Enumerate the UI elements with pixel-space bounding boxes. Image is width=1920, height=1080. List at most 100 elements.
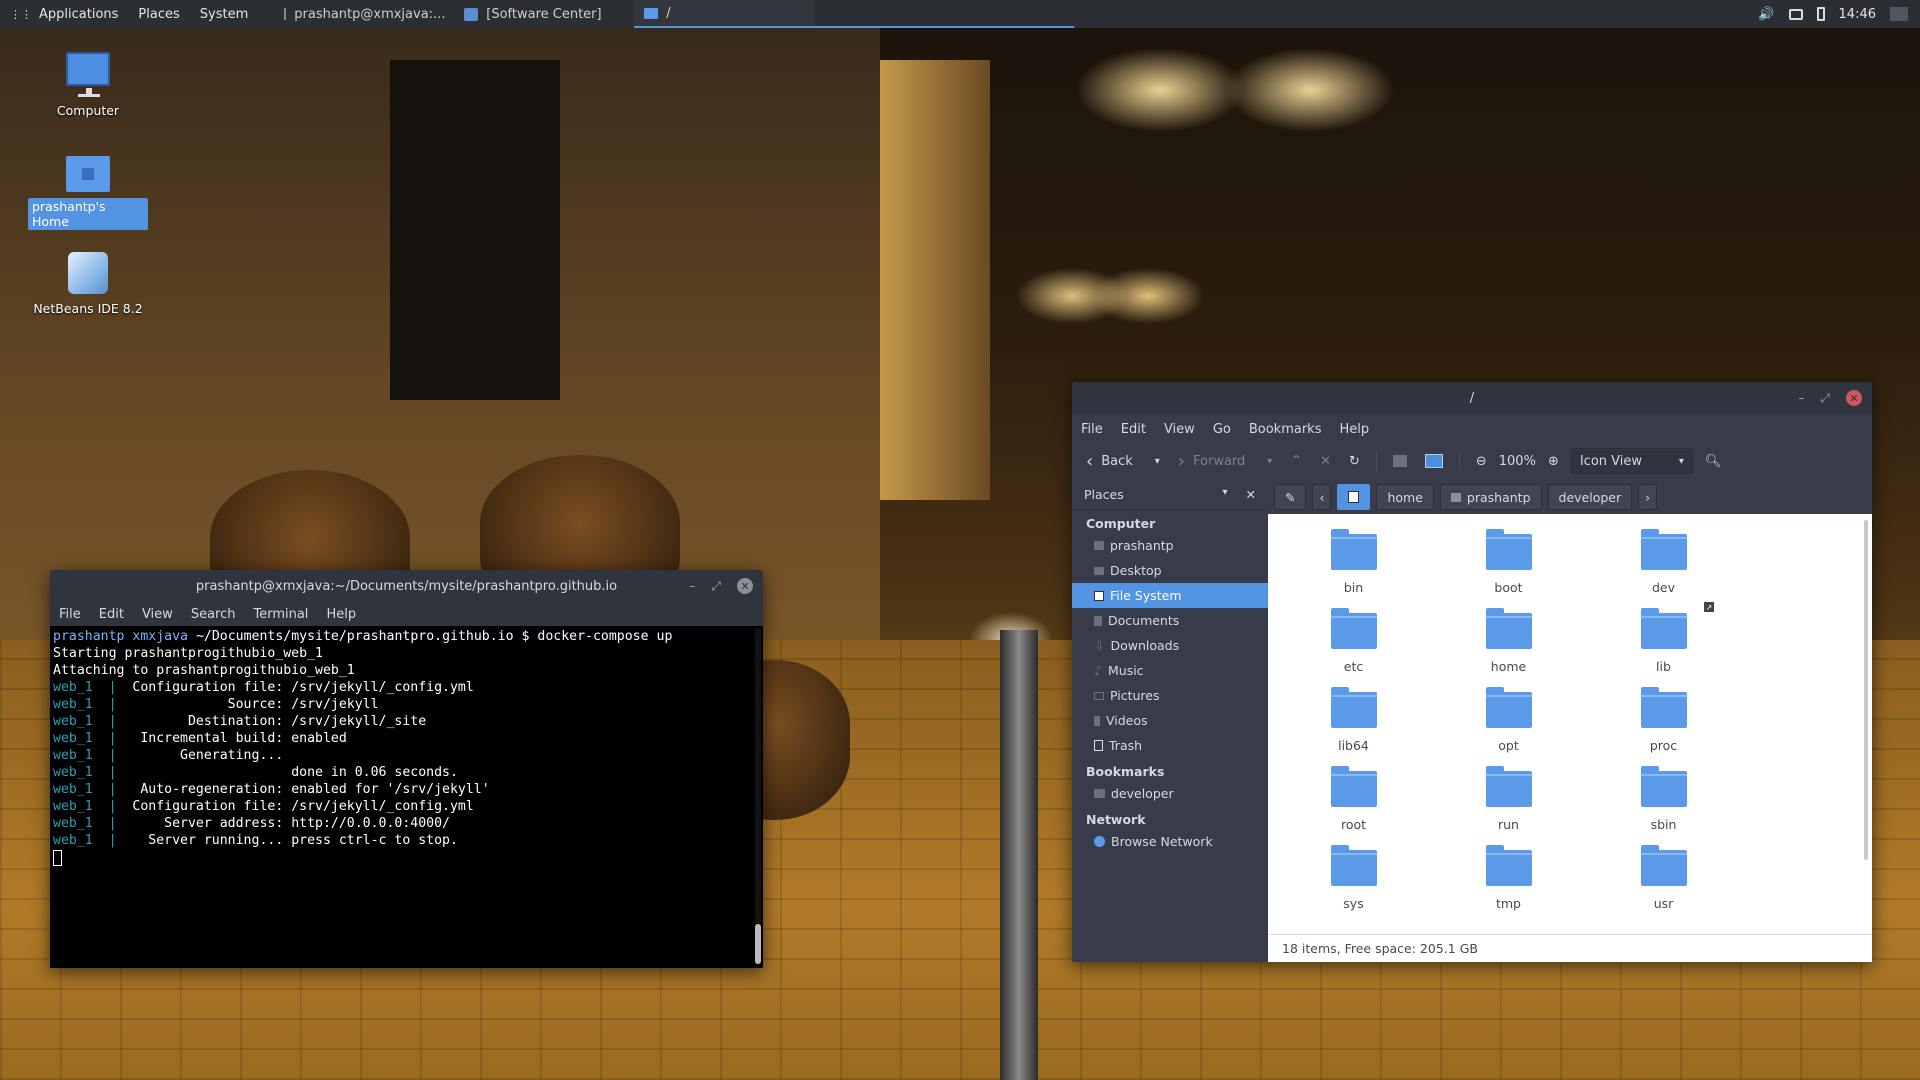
- path-segment-developer[interactable]: developer: [1547, 484, 1633, 510]
- folder-icon: [1640, 687, 1687, 728]
- taskbar-software-center[interactable]: [Software Center]: [454, 0, 634, 28]
- sidebar-item-documents[interactable]: Documents: [1072, 608, 1268, 633]
- desktop-icon-home[interactable]: prashantp's Home: [28, 152, 148, 230]
- back-button[interactable]: ‹ Back ▾: [1080, 444, 1166, 478]
- menu-edit[interactable]: Edit: [1112, 422, 1155, 437]
- folder-item-sbin[interactable]: sbin: [1586, 765, 1741, 832]
- chevron-down-icon[interactable]: ▾: [1222, 487, 1227, 502]
- path-root-button[interactable]: [1337, 484, 1371, 510]
- places-menu[interactable]: Places: [128, 0, 189, 28]
- sidebar-item-file-system[interactable]: File System: [1072, 583, 1268, 608]
- folder-item-lib64[interactable]: lib64: [1276, 686, 1431, 753]
- folder-item-usr[interactable]: usr: [1586, 844, 1741, 911]
- minimize-button[interactable]: –: [689, 579, 695, 593]
- menu-search[interactable]: Search: [182, 607, 245, 622]
- display-icon[interactable]: [1788, 8, 1803, 20]
- terminal-window-buttons: – ⤢ ✕: [689, 570, 753, 602]
- applications-menu[interactable]: ⋮⋮ Applications: [0, 0, 128, 28]
- maximize-button[interactable]: ⤢: [1820, 391, 1830, 406]
- path-scroll-left[interactable]: ‹: [1312, 484, 1332, 510]
- wallpaper-door: [390, 60, 560, 400]
- folder-item-sys[interactable]: sys: [1276, 844, 1431, 911]
- desktop-icon-netbeans[interactable]: NetBeans IDE 8.2: [28, 252, 148, 317]
- sidebar-item-trash[interactable]: Trash: [1072, 733, 1268, 758]
- sidebar-item-developer[interactable]: developer: [1072, 781, 1268, 806]
- forward-button[interactable]: › Forward ▾: [1172, 444, 1279, 478]
- zoom-out-button[interactable]: ⊖: [1470, 444, 1493, 478]
- service-tag: web_1 |: [53, 782, 125, 797]
- menu-terminal[interactable]: Terminal: [244, 607, 317, 622]
- sidebar-item-label: File System: [1110, 588, 1182, 603]
- sidebar-heading-computer: Computer: [1086, 516, 1156, 531]
- close-icon[interactable]: ✕: [1246, 487, 1256, 502]
- file-view[interactable]: bin boot dev etc home ↗ lib lib64 opt proc root run…: [1268, 514, 1872, 934]
- service-tag: web_1 |: [53, 816, 125, 831]
- zoom-in-button[interactable]: ⊕: [1542, 444, 1565, 478]
- taskbar-file-manager[interactable]: /: [634, 0, 815, 28]
- view-mode-select[interactable]: Icon View ▾: [1570, 448, 1693, 474]
- chevron-left-icon: ‹: [1319, 489, 1325, 505]
- taskbar-terminal[interactable]: prashantp@xmxjava:...: [274, 0, 454, 28]
- folder-item-dev[interactable]: dev: [1586, 528, 1741, 595]
- toggle-location-button[interactable]: ✎: [1274, 484, 1307, 510]
- terminal-output[interactable]: prashantp xmxjava ~/Documents/mysite/pra…: [50, 626, 763, 968]
- terminal-scrollbar[interactable]: [755, 628, 761, 964]
- battery-icon[interactable]: [1816, 7, 1825, 21]
- folder-item-tmp[interactable]: tmp: [1431, 844, 1586, 911]
- folder-item-root[interactable]: root: [1276, 765, 1431, 832]
- menu-bookmarks[interactable]: Bookmarks: [1240, 422, 1331, 437]
- folder-item-opt[interactable]: opt: [1431, 686, 1586, 753]
- terminal-titlebar[interactable]: prashantp@xmxjava:~/Documents/mysite/pra…: [50, 570, 763, 602]
- symlink-badge-icon: ↗: [1703, 601, 1715, 613]
- path-scroll-right[interactable]: ›: [1638, 484, 1658, 510]
- folder-item-etc[interactable]: etc: [1276, 607, 1431, 674]
- volume-icon[interactable]: 🔊: [1758, 7, 1774, 22]
- system-menu[interactable]: System: [190, 0, 258, 28]
- prompt-symbol: $: [521, 629, 530, 644]
- sidebar-item-videos[interactable]: Videos: [1072, 708, 1268, 733]
- folder-item-bin[interactable]: bin: [1276, 528, 1431, 595]
- menu-file[interactable]: File: [50, 607, 90, 622]
- stop-button[interactable]: ✕: [1314, 444, 1337, 478]
- maximize-button[interactable]: ⤢: [711, 579, 721, 594]
- close-button[interactable]: ✕: [1846, 390, 1862, 406]
- sidebar-item-music[interactable]: ♪ Music: [1072, 658, 1268, 683]
- desktop-icon-computer[interactable]: Computer: [28, 52, 148, 119]
- computer-button[interactable]: [1419, 444, 1449, 478]
- sidebar-item-pictures[interactable]: Pictures: [1072, 683, 1268, 708]
- taskbar-file-manager-label: /: [666, 5, 671, 21]
- path-segment-prashantp[interactable]: prashantp: [1439, 484, 1542, 510]
- reload-button[interactable]: ↻: [1343, 444, 1366, 478]
- menu-edit[interactable]: Edit: [90, 607, 133, 622]
- prompt-host: xmxjava: [132, 629, 188, 644]
- menu-view[interactable]: View: [1155, 422, 1204, 437]
- folder-item-boot[interactable]: boot: [1431, 528, 1586, 595]
- path-segment-home[interactable]: home: [1376, 484, 1434, 510]
- close-button[interactable]: ✕: [737, 578, 753, 594]
- show-desktop-button[interactable]: [1890, 7, 1908, 21]
- sidebar-item-browse-network[interactable]: Browse Network: [1072, 829, 1268, 854]
- scrollbar-thumb[interactable]: [755, 924, 761, 964]
- sidebar-item-prashantp[interactable]: prashantp: [1072, 533, 1268, 558]
- menu-help[interactable]: Help: [317, 607, 365, 622]
- menu-view[interactable]: View: [133, 607, 182, 622]
- fm-sidebar: Places ▾ ✕ Computer prashantp Desktop Fi…: [1072, 480, 1268, 962]
- folder-item-lib[interactable]: ↗ lib: [1586, 601, 1741, 674]
- clock[interactable]: 14:46: [1839, 7, 1876, 22]
- up-button[interactable]: ⌃: [1284, 444, 1308, 478]
- search-button[interactable]: 🔍︎: [1699, 444, 1728, 478]
- minimize-button[interactable]: –: [1798, 391, 1804, 405]
- fm-titlebar[interactable]: / – ⤢ ✕: [1072, 382, 1872, 414]
- folder-item-home[interactable]: home: [1431, 607, 1586, 674]
- menu-help[interactable]: Help: [1330, 422, 1378, 437]
- folder-item-run[interactable]: run: [1431, 765, 1586, 832]
- sidebar-item-desktop[interactable]: Desktop: [1072, 558, 1268, 583]
- folder-item-proc[interactable]: proc: [1586, 686, 1741, 753]
- menu-file[interactable]: File: [1072, 422, 1112, 437]
- menu-go[interactable]: Go: [1204, 422, 1240, 437]
- sidebar-item-downloads[interactable]: ⇩ Downloads: [1072, 633, 1268, 658]
- file-view-scrollbar[interactable]: [1864, 520, 1868, 860]
- service-log-line: web_1 | Destination: /srv/jekyll/_site: [53, 713, 760, 730]
- home-button[interactable]: [1387, 444, 1413, 478]
- folder-label: tmp: [1495, 896, 1521, 911]
